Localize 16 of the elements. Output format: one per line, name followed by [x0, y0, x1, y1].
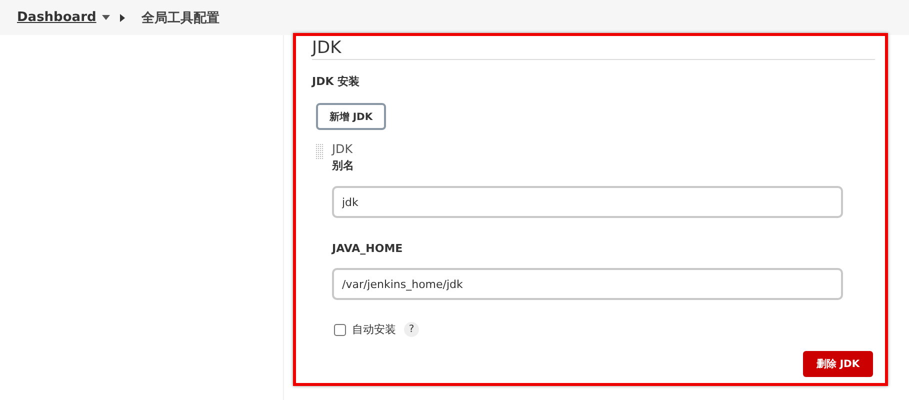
help-button[interactable]: ?	[404, 322, 419, 337]
checkbox-label: 自动安装	[352, 322, 396, 337]
field-label: JAVA_HOME	[332, 242, 404, 255]
caret-icon[interactable]	[102, 15, 110, 20]
input-field[interactable]: jdk	[332, 186, 843, 218]
checkbox[interactable]	[334, 324, 346, 336]
breadcrumb-current: 全局工具配置	[141, 10, 220, 26]
installation-heading: JDK	[332, 142, 354, 156]
input-field[interactable]: /var/jenkins_home/jdk	[332, 268, 843, 300]
section-title: JDK	[312, 36, 875, 60]
delete-jdk-button[interactable]: 删除 JDK	[803, 351, 873, 377]
breadcrumb-link[interactable]: Dashboard	[17, 10, 96, 25]
section-subtitle: JDK 安装	[312, 74, 361, 89]
field-label: 别名	[332, 158, 355, 173]
add-jdk-button[interactable]: 新增 JDK	[316, 103, 386, 130]
chevron-right-icon	[120, 14, 126, 22]
